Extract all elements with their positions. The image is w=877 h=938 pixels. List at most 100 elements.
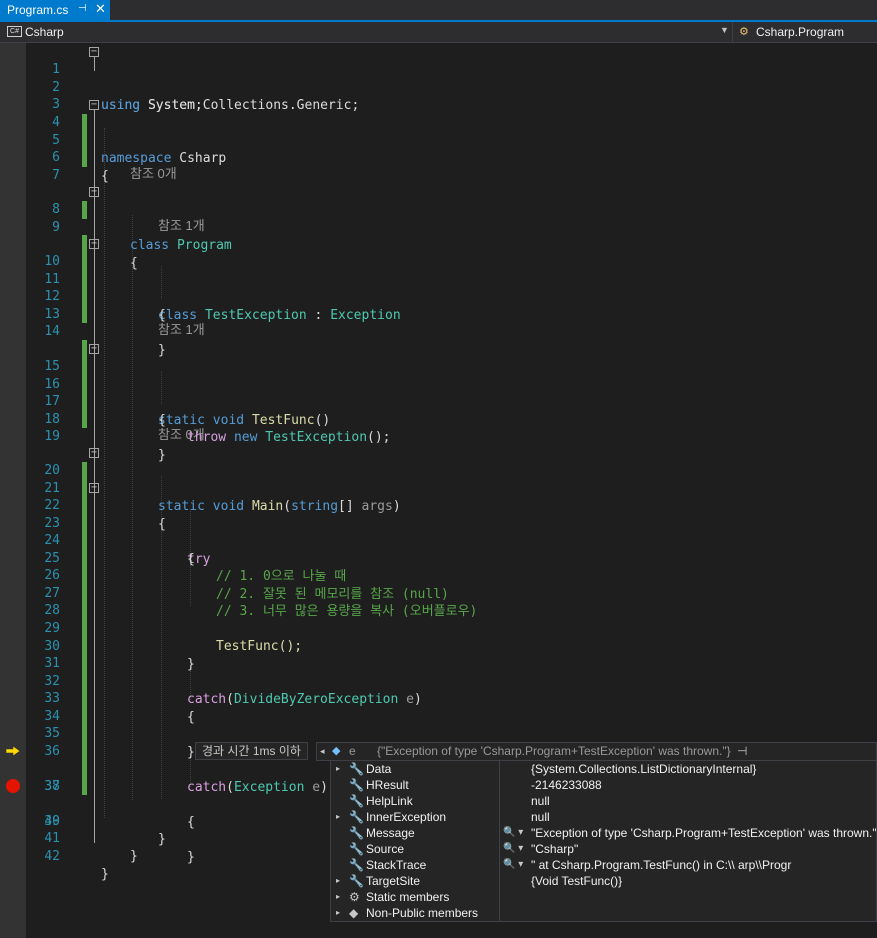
property-name: Message xyxy=(366,826,415,840)
datatip-variable: e xyxy=(349,744,356,758)
code-line: 34 } xyxy=(0,690,877,760)
change-marker xyxy=(82,410,87,428)
property-name: HResult xyxy=(366,778,409,792)
code-line: 9 { xyxy=(0,201,877,271)
member-dropdown[interactable]: Csharp.Program xyxy=(756,25,844,39)
property-name: HelpLink xyxy=(366,794,413,808)
code-line: 14 xyxy=(0,305,877,339)
change-marker xyxy=(82,149,87,167)
line-number: 42 xyxy=(44,849,60,864)
change-marker xyxy=(82,567,87,585)
property-name: Static members xyxy=(366,890,450,904)
visualizer-icon[interactable]: 🔍 ▾ xyxy=(503,857,523,873)
tab-title: Program.cs xyxy=(7,3,69,17)
collapse-icon[interactable]: − xyxy=(89,239,99,249)
expand-icon[interactable]: ▸ xyxy=(336,761,340,777)
change-marker xyxy=(82,514,87,532)
property-name: Non-Public members xyxy=(366,906,479,920)
line-number: 14 xyxy=(44,324,60,339)
pin-icon[interactable]: ⊣ xyxy=(78,3,87,14)
datatip-row[interactable]: ▸ ⚙ Static members xyxy=(331,889,876,905)
code-line: 29 } xyxy=(0,602,877,672)
code-line: 21 { xyxy=(0,462,877,532)
code-line: 24 // 1. 0으로 나눌 때 xyxy=(0,514,877,584)
code-line: 27 xyxy=(0,567,877,601)
code-line: 16 { xyxy=(0,358,877,428)
change-marker xyxy=(82,270,87,288)
change-marker xyxy=(82,549,87,567)
expand-icon[interactable]: ▸ xyxy=(336,809,340,825)
wrench-icon: 🔧 xyxy=(349,874,364,888)
change-marker xyxy=(82,497,87,515)
code-line: 36 catch(Exception e) xyxy=(0,725,877,795)
property-value: null xyxy=(531,794,550,808)
expand-icon[interactable]: ▸ xyxy=(336,905,340,921)
expand-icon[interactable]: ▸ xyxy=(336,873,340,889)
code-line: 18 } xyxy=(0,393,877,463)
wrench-icon: 🔧 xyxy=(349,778,364,792)
datatip-row[interactable]: 🔧 Message 🔍 ▾ "Exception of type 'Csharp.Pr… xyxy=(331,825,876,841)
collapse-icon[interactable]: − xyxy=(89,483,99,493)
datatip-row[interactable]: ▸ 🔧 Data {System.Collections.ListDictionary… xyxy=(331,761,876,777)
breakpoint-icon[interactable] xyxy=(6,779,20,793)
collapse-icon[interactable]: − xyxy=(89,47,99,57)
wrench-icon: 🔧 xyxy=(349,842,364,856)
code-line: 15 − static void TestFunc() xyxy=(0,340,877,428)
expand-icon[interactable]: ▸ xyxy=(336,889,340,905)
datatip-row[interactable]: 🔧 StackTrace 🔍 ▾ " at Csharp.Program.TestFu… xyxy=(331,857,876,873)
change-marker xyxy=(82,655,87,673)
code-line: 3 xyxy=(0,78,877,112)
datatip-row[interactable]: 🔧 HResult -2146233088 xyxy=(331,777,876,793)
change-marker xyxy=(82,532,87,550)
datatip-row[interactable]: 🔧 Source 🔍 ▾ "Csharp" xyxy=(331,841,876,857)
change-marker xyxy=(82,114,87,132)
code-line: 23 { xyxy=(0,497,877,567)
code-line: 20 − static void Main(string[] args) xyxy=(0,444,877,515)
code-line: 32 { xyxy=(0,655,877,725)
collapse-datatip-icon[interactable]: ◂ xyxy=(320,743,325,760)
datatip-row[interactable]: 🔧 HelpLink null xyxy=(331,793,876,809)
visualizer-icon[interactable]: 🔍 ▾ xyxy=(503,825,523,841)
collapse-icon[interactable]: − xyxy=(89,344,99,354)
code-line: 30 xyxy=(0,620,877,654)
collapse-icon[interactable]: − xyxy=(89,448,99,458)
change-marker xyxy=(82,479,87,497)
code-line: 8 − class Program xyxy=(0,183,877,254)
change-marker xyxy=(82,288,87,306)
datatip-row[interactable]: ▸ ◆ Non-Public members xyxy=(331,905,876,921)
wrench-icon: 🔧 xyxy=(349,794,364,808)
close-icon[interactable]: ✕ xyxy=(95,1,106,17)
wrench-icon: 🔧 xyxy=(349,826,364,840)
property-name: Source xyxy=(366,842,405,856)
datatip-row[interactable]: ▸ 🔧 InnerException null xyxy=(331,809,876,825)
change-marker xyxy=(82,340,87,358)
code-line: 26 // 3. 너무 많은 용량을 복사 (오버플로우) xyxy=(0,549,877,619)
visualizer-icon[interactable]: 🔍 ▾ xyxy=(503,841,523,857)
code-line: 31 catch(DivideByZeroException e) xyxy=(0,637,877,707)
code-line: 19 xyxy=(0,410,877,444)
property-value: {System.Collections.ListDictionaryIntern… xyxy=(531,762,757,776)
change-marker xyxy=(82,393,87,411)
project-dropdown[interactable]: C# Csharp ▼ xyxy=(0,22,733,42)
code-line: 10 − class TestException : Exception xyxy=(0,235,877,323)
wrench-icon: ⚙ xyxy=(349,890,360,904)
perf-tip[interactable]: 경과 시간 1ms 이하 xyxy=(195,742,308,760)
property-value: " at Csharp.Program.TestFunc() in C:\\ a… xyxy=(531,858,792,872)
tab-program-cs[interactable]: Program.cs ⊣ ✕ xyxy=(0,0,110,20)
collapse-icon[interactable]: − xyxy=(89,100,99,110)
code-line: 35 xyxy=(0,707,877,741)
property-name: InnerException xyxy=(366,810,447,824)
code-line: 6 xyxy=(0,131,877,165)
navigation-bar: C# Csharp ▼ ⚙ Csharp.Program xyxy=(0,22,877,43)
pin-icon[interactable]: ⊣ xyxy=(737,743,747,760)
collapse-icon[interactable]: − xyxy=(89,187,99,197)
current-statement-arrow-icon xyxy=(6,746,20,756)
change-marker xyxy=(82,235,87,253)
change-marker xyxy=(82,305,87,323)
wrench-icon: 🔧 xyxy=(349,858,364,872)
change-marker xyxy=(82,131,87,149)
codelens-references[interactable]: 참조 1개 xyxy=(158,217,205,234)
datatip-header[interactable]: ◂ ◆ e {"Exception of type 'Csharp.Progra… xyxy=(316,742,877,761)
datatip-row[interactable]: ▸ 🔧 TargetSite {Void TestFunc()} xyxy=(331,873,876,889)
chevron-down-icon[interactable]: ▼ xyxy=(720,25,729,35)
